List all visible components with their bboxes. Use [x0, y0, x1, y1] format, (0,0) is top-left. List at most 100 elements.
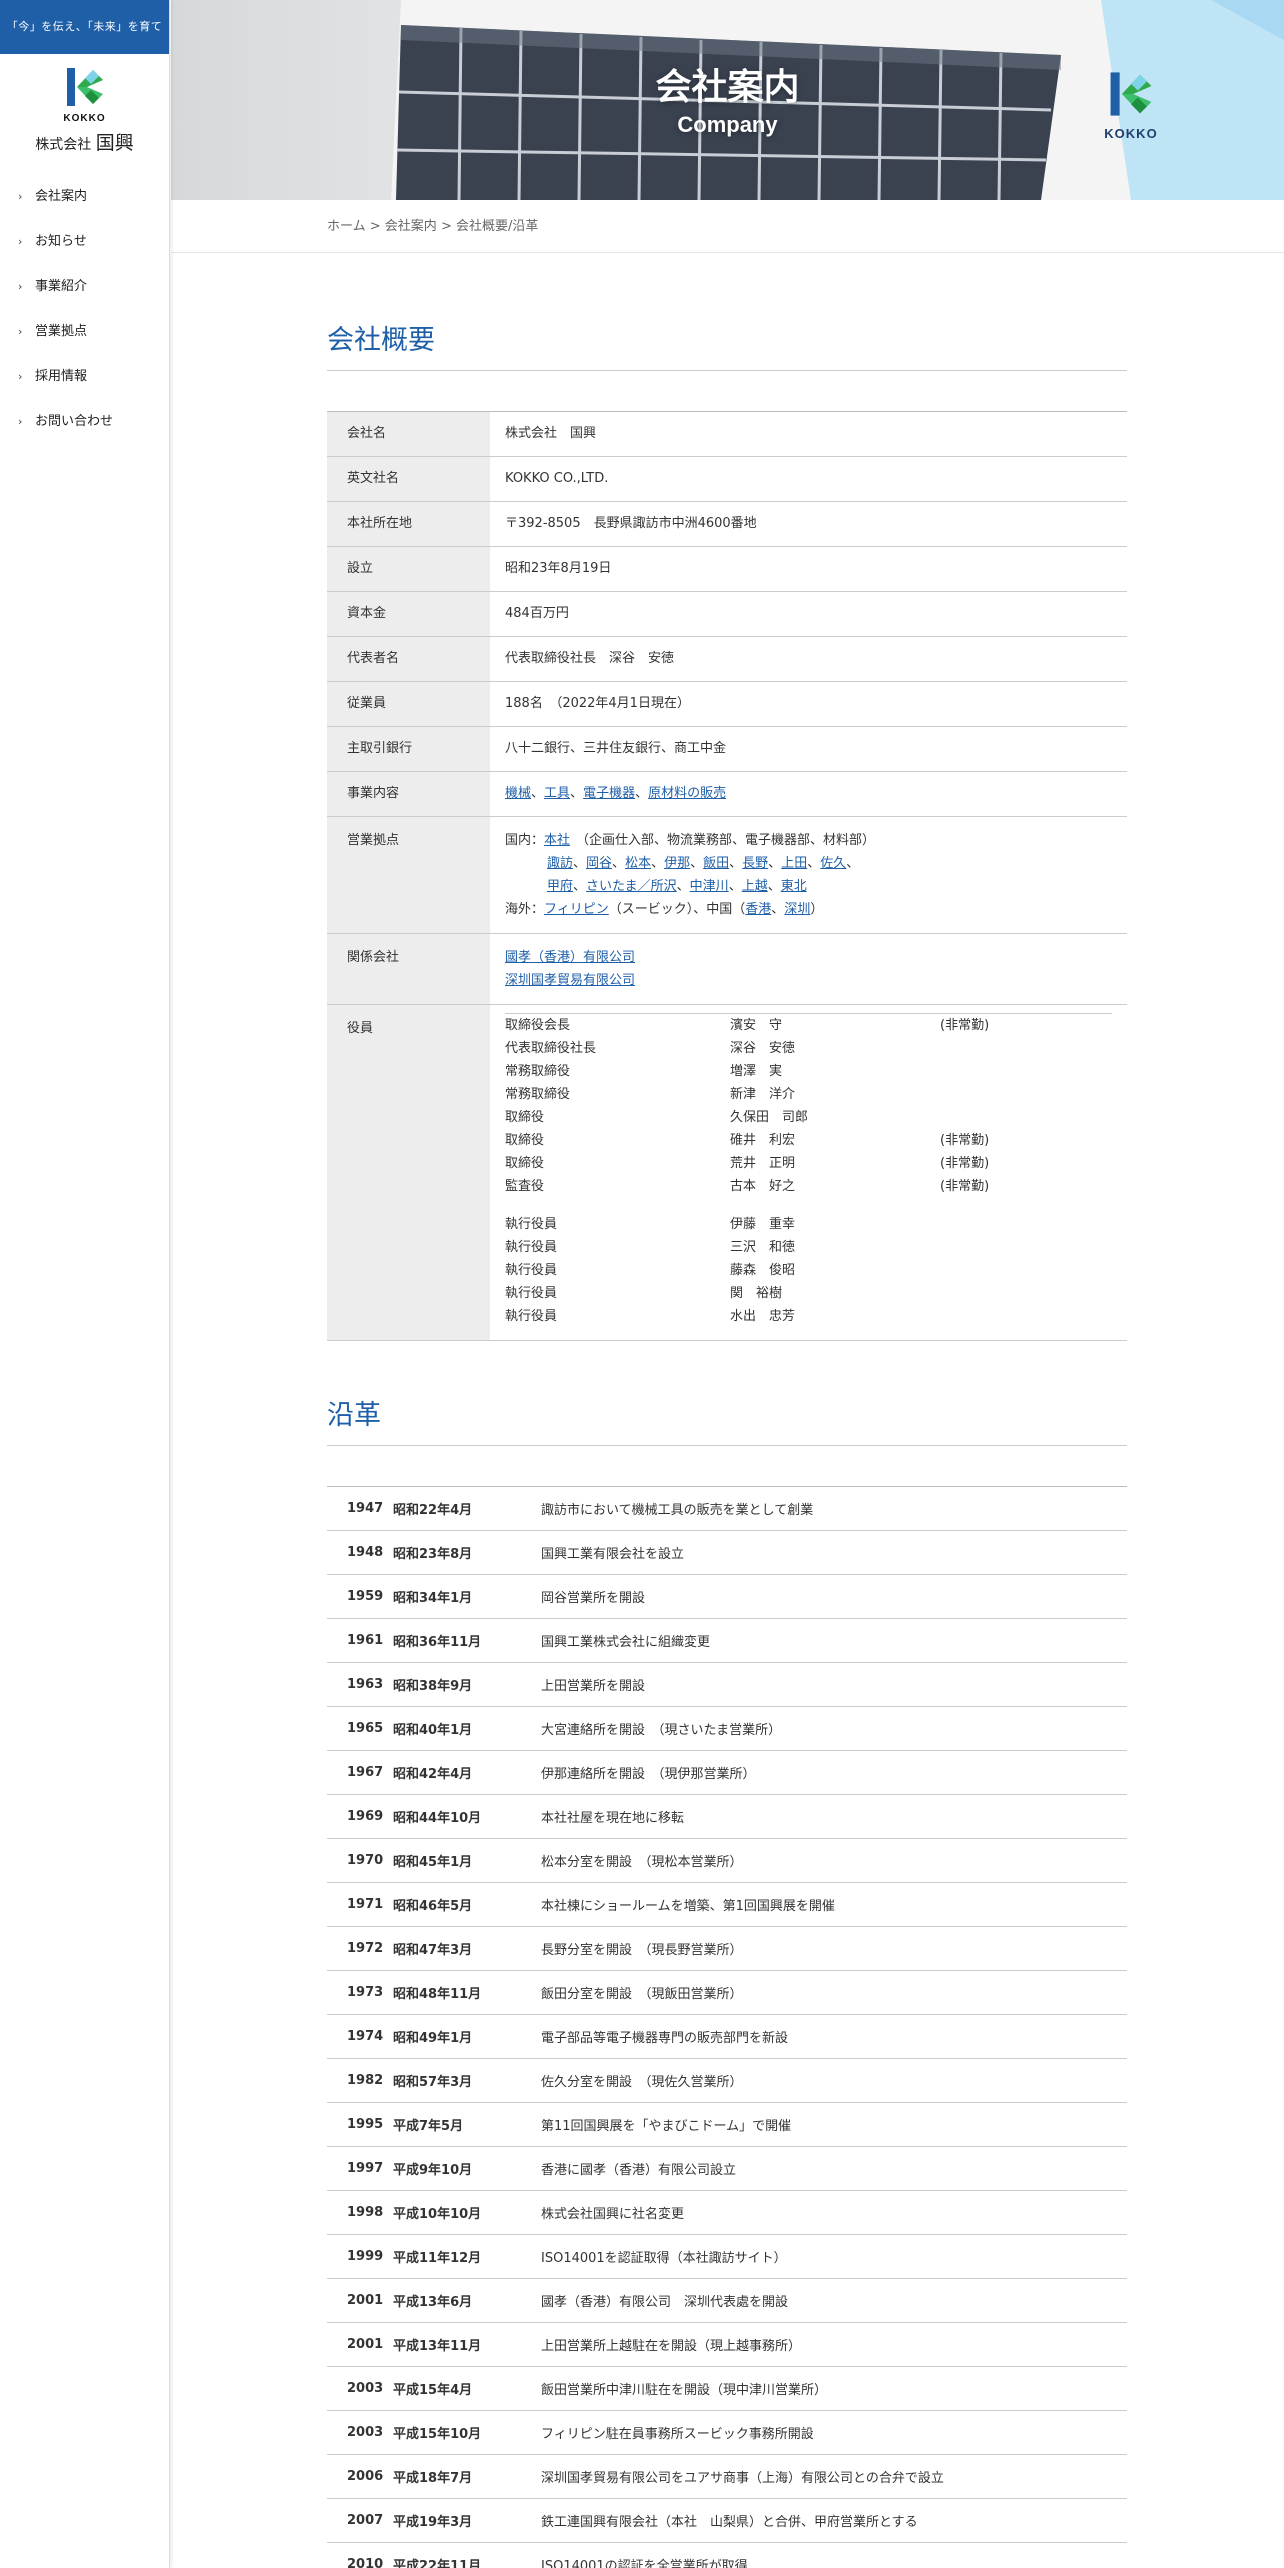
- row-label: 営業拠点: [327, 816, 490, 934]
- nav-item-offices[interactable]: › 営業拠点: [0, 309, 169, 354]
- history-event: 国興工業有限会社を設立: [541, 1530, 1127, 1575]
- nav-item-contact[interactable]: › お問い合わせ: [0, 399, 169, 444]
- history-row: 2010 平成22年11月 ISO14001の認証を全営業所が取得: [327, 2542, 1127, 2568]
- breadcrumb-company[interactable]: 会社案内: [385, 219, 437, 234]
- link-affiliate-shenzhen[interactable]: 深圳国孝貿易有限公司: [505, 973, 635, 988]
- link-materials[interactable]: 原材料の販売: [648, 786, 726, 801]
- history-event: 鉄工連国興有限会社（本社 山梨県）と合併、甲府営業所とする: [541, 2498, 1127, 2543]
- nav-item-news[interactable]: › お知らせ: [0, 219, 169, 264]
- history-year: 1971: [327, 1882, 393, 1927]
- row-value: 〒392-8505 長野県諏訪市中洲4600番地: [490, 501, 1127, 547]
- link-office-tohoku[interactable]: 東北: [781, 879, 807, 894]
- history-row: 1972 昭和47年3月 長野分室を開設 （現長野営業所）: [327, 1926, 1127, 1971]
- link-office-saku[interactable]: 佐久: [820, 856, 846, 871]
- nav-item-label: 採用情報: [35, 369, 88, 384]
- history-row: 2003 平成15年10月 フィリピン駐在員事務所スービック事務所開設: [327, 2410, 1127, 2455]
- history-japanese-date: 平成18年7月: [393, 2454, 541, 2499]
- link-affiliate-hongkong[interactable]: 國孝（香港）有限公司: [505, 950, 635, 965]
- separator: 、: [570, 786, 584, 801]
- history-year: 1998: [327, 2190, 393, 2235]
- row-label: 主取引銀行: [327, 726, 490, 772]
- row-label: 代表者名: [327, 636, 490, 682]
- executive-row: 執行役員 三沢 和徳: [505, 1236, 1112, 1259]
- history-row: 1948 昭和23年8月 国興工業有限会社を設立: [327, 1530, 1127, 1575]
- logo-wordmark: KOKKO: [63, 112, 106, 124]
- executive-row: 執行役員 水出 忠芳: [505, 1305, 1112, 1328]
- nav-item-company[interactable]: › 会社案内: [0, 174, 169, 219]
- table-row: 会社名 株式会社 国興: [327, 411, 1127, 457]
- link-tools[interactable]: 工具: [544, 786, 570, 801]
- table-row: 主取引銀行 八十二銀行、三井住友銀行、商工中金: [327, 726, 1127, 772]
- link-office-matsumoto[interactable]: 松本: [625, 856, 651, 871]
- history-row: 1965 昭和40年1月 大宮連絡所を開設 （現さいたま営業所）: [327, 1706, 1127, 1751]
- link-electronics[interactable]: 電子機器: [583, 786, 635, 801]
- history-row: 1967 昭和42年4月 伊那連絡所を開設 （現伊那営業所）: [327, 1750, 1127, 1795]
- row-label: 本社所在地: [327, 501, 490, 547]
- logo-company-prefix: 株式会社: [35, 136, 92, 153]
- officer-row: 取締役 碓井 利宏 (非常勤): [505, 1129, 1112, 1152]
- executive-title: 執行役員: [505, 1263, 558, 1278]
- link-office-shenzhen[interactable]: 深圳: [784, 902, 810, 917]
- overseas-label: 海外：: [505, 902, 545, 917]
- link-office-philippines[interactable]: フィリピン: [544, 902, 609, 917]
- page-title: 会社案内: [655, 67, 800, 108]
- history-table: 1947 昭和22年4月 諏訪市において機械工具の販売を業として創業 1948 昭和23…: [327, 1486, 1127, 2568]
- officer-name: 碓井 利宏: [730, 1133, 796, 1148]
- history-event: 本社棟にショールームを増築、第1回国興展を開催: [541, 1882, 1127, 1927]
- executive-row: 執行役員 伊藤 重幸: [505, 1213, 1112, 1236]
- row-value: KOKKO CO.,LTD.: [490, 456, 1127, 502]
- table-row: 設立 昭和23年8月19日: [327, 546, 1127, 592]
- link-office-suwa[interactable]: 諏訪: [547, 856, 573, 871]
- row-label: 事業内容: [327, 771, 490, 817]
- officer-title: 取締役: [505, 1156, 545, 1171]
- link-office-saitama[interactable]: さいたま／所沢: [586, 879, 677, 894]
- nav-item-recruit[interactable]: › 採用情報: [0, 354, 169, 399]
- history-japanese-date: 昭和23年8月: [393, 1530, 541, 1575]
- row-value: 代表取締役社長 深谷 安徳: [490, 636, 1127, 682]
- link-office-nakatsugawa[interactable]: 中津川: [690, 879, 729, 894]
- history-row: 1997 平成9年10月 香港に國孝（香港）有限公司設立: [327, 2146, 1127, 2191]
- chevron-right-icon: ›: [18, 370, 23, 383]
- link-machinery[interactable]: 機械: [505, 786, 531, 801]
- link-office-ina[interactable]: 伊那: [664, 856, 690, 871]
- row-label: 資本金: [327, 591, 490, 637]
- officer-name: 新津 洋介: [730, 1087, 796, 1102]
- link-office-kofu[interactable]: 甲府: [547, 879, 573, 894]
- history-year: 2001: [327, 2278, 393, 2323]
- history-year: 1948: [327, 1530, 393, 1575]
- history-event: ISO14001を認証取得（本社諏訪サイト）: [541, 2234, 1127, 2279]
- site-logo[interactable]: KOKKO 株式会社 国興: [0, 54, 169, 164]
- table-row: 従業員 188名 （2022年4月1日現在）: [327, 681, 1127, 727]
- row-label: 役員: [327, 1004, 490, 1341]
- executive-row: 執行役員 藤森 俊昭: [505, 1259, 1112, 1282]
- history-row: 1969 昭和44年10月 本社社屋を現在地に移転: [327, 1794, 1127, 1839]
- history-japanese-date: 昭和57年3月: [393, 2058, 541, 2103]
- link-office-iida[interactable]: 飯田: [703, 856, 729, 871]
- officer-row: 代表取締役社長 深谷 安徳: [505, 1037, 1112, 1060]
- nav-item-label: お知らせ: [35, 234, 87, 249]
- officer-name: 荒井 正明: [730, 1156, 796, 1171]
- link-office-hq[interactable]: 本社: [544, 833, 570, 848]
- link-office-okaya[interactable]: 岡谷: [586, 856, 612, 871]
- officer-name: 濱安 守: [730, 1018, 783, 1033]
- hq-note: （企画仕入部、物流業務部、電子機器部、材料部）: [576, 833, 876, 848]
- officer-name: 増澤 実: [730, 1064, 783, 1079]
- officer-row: 取締役 久保田 司郎: [505, 1106, 1112, 1129]
- link-office-ueda[interactable]: 上田: [781, 856, 807, 871]
- history-row: 2003 平成15年4月 飯田営業所中津川駐在を開設（現中津川営業所）: [327, 2366, 1127, 2411]
- breadcrumb-separator: >: [365, 219, 385, 234]
- table-row: 事業内容 機械、工具、電子機器、原材料の販売: [327, 771, 1127, 817]
- history-japanese-date: 昭和38年9月: [393, 1662, 541, 1707]
- link-office-nagano[interactable]: 長野: [742, 856, 768, 871]
- history-event: 長野分室を開設 （現長野営業所）: [541, 1926, 1127, 1971]
- officers-list: 取締役会長 濱安 守 (非常勤) 代表取締役社長 深谷 安徳 常務取締役 増澤 実 常務…: [505, 1013, 1112, 1328]
- history-year: 1947: [327, 1486, 393, 1531]
- link-office-hongkong[interactable]: 香港: [745, 902, 771, 917]
- main-content: 会社概要 会社名 株式会社 国興 英文社名 KOKKO CO.,LTD. 本社所在地…: [327, 318, 1127, 2568]
- breadcrumb-home[interactable]: ホーム: [327, 219, 366, 234]
- nav-item-business[interactable]: › 事業紹介: [0, 264, 169, 309]
- sidebar: 「今」を伝え、「未来」を育てる。 KOKKO 株式会社 国興 › 会社案内 › お知…: [0, 0, 170, 2568]
- history-japanese-date: 昭和22年4月: [393, 1486, 541, 1531]
- link-office-joetsu[interactable]: 上越: [742, 879, 768, 894]
- company-overview-table: 会社名 株式会社 国興 英文社名 KOKKO CO.,LTD. 本社所在地 〒392-…: [327, 411, 1127, 1341]
